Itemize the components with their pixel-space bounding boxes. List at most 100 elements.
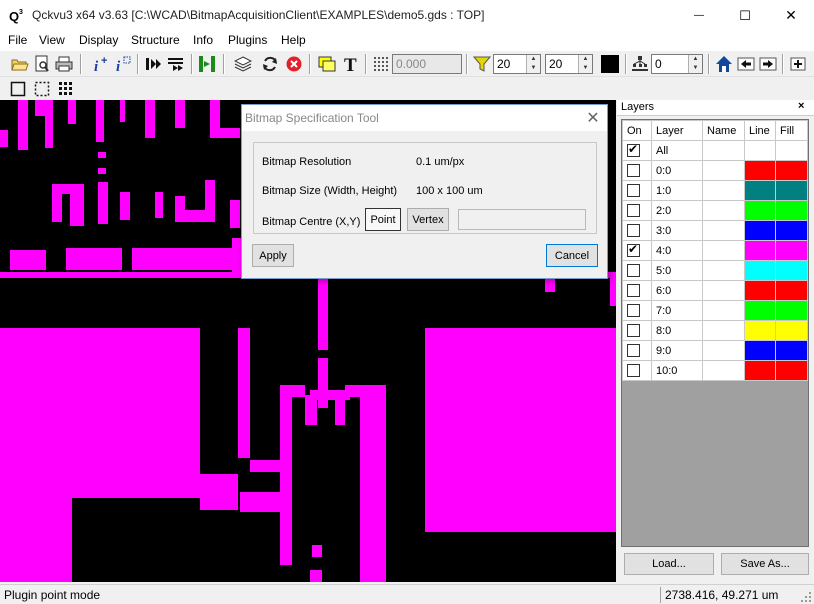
- select-grid-icon[interactable]: [55, 78, 77, 100]
- select-box-icon[interactable]: [7, 78, 29, 100]
- layer-fill-color[interactable]: [775, 260, 808, 281]
- snap-value-field[interactable]: 0.000: [392, 54, 462, 74]
- close-button[interactable]: ✕: [768, 0, 814, 31]
- info-query-icon[interactable]: i: [112, 53, 134, 75]
- resize-grip-icon[interactable]: [800, 591, 812, 603]
- grid-icon[interactable]: [370, 53, 392, 75]
- layer-name[interactable]: [702, 360, 745, 381]
- chevron-down-icon[interactable]: ▼: [689, 64, 702, 73]
- layer-name[interactable]: [702, 160, 745, 181]
- load-button[interactable]: Load...: [624, 553, 714, 575]
- layer-line-color[interactable]: [744, 140, 776, 161]
- layer-name[interactable]: [702, 200, 745, 221]
- point-button[interactable]: Point: [365, 208, 401, 231]
- col-fill[interactable]: Fill: [775, 120, 808, 141]
- layer-name[interactable]: [702, 140, 745, 161]
- play-list-icon[interactable]: [165, 53, 187, 75]
- layer-visible-checkbox[interactable]: [627, 264, 640, 277]
- layer-visible-checkbox[interactable]: [627, 184, 640, 197]
- centre-value-field[interactable]: [458, 209, 586, 230]
- dialog-close-button[interactable]: ✕: [582, 107, 604, 129]
- layer-row[interactable]: 1:0: [622, 180, 808, 201]
- chevron-down-icon[interactable]: ▼: [527, 64, 540, 73]
- col-name[interactable]: Name: [702, 120, 745, 141]
- layer-name[interactable]: [702, 240, 745, 261]
- layer-line-color[interactable]: [744, 160, 776, 181]
- layer-fill-color[interactable]: [775, 200, 808, 221]
- layer-visible-checkbox[interactable]: [627, 164, 640, 177]
- layer-row[interactable]: 9:0: [622, 340, 808, 361]
- layer-name[interactable]: [702, 340, 745, 361]
- menu-structure[interactable]: Structure: [131, 33, 180, 47]
- go-to-end-icon[interactable]: [196, 53, 218, 75]
- layer-fill-color[interactable]: [775, 320, 808, 341]
- plus-icon[interactable]: [787, 53, 809, 75]
- chevron-down-icon[interactable]: ▼: [579, 64, 592, 73]
- info-cursor-icon[interactable]: i +: [90, 53, 112, 75]
- chevron-up-icon[interactable]: ▲: [527, 55, 540, 64]
- cancel-button[interactable]: Cancel: [546, 244, 598, 267]
- home-icon[interactable]: [713, 53, 735, 75]
- layer-row[interactable]: 8:0: [622, 320, 808, 341]
- maximize-button[interactable]: ☐: [722, 0, 768, 31]
- layers-icon[interactable]: [232, 53, 254, 75]
- layer-visible-checkbox[interactable]: [627, 304, 640, 317]
- refresh-icon[interactable]: [259, 53, 281, 75]
- layers-close-icon[interactable]: ×: [798, 100, 804, 112]
- col-on[interactable]: On: [622, 120, 652, 141]
- layer-line-color[interactable]: [744, 340, 776, 361]
- layer-row[interactable]: 6:0: [622, 280, 808, 301]
- layer-visible-checkbox[interactable]: [627, 204, 640, 217]
- layer-row[interactable]: 10:0: [622, 360, 808, 381]
- layer-fill-color[interactable]: [775, 220, 808, 241]
- layer-row[interactable]: 2:0: [622, 200, 808, 221]
- layer-visible-checkbox[interactable]: [627, 364, 640, 377]
- filter-min-stepper[interactable]: 20 ▲ ▼: [493, 54, 541, 74]
- apply-button[interactable]: Apply: [252, 244, 294, 267]
- layer-row[interactable]: 5:0: [622, 260, 808, 281]
- save-as-button[interactable]: Save As...: [721, 553, 809, 575]
- layer-fill-color[interactable]: [775, 160, 808, 181]
- menu-plugins[interactable]: Plugins: [228, 33, 267, 47]
- menu-display[interactable]: Display: [79, 33, 118, 47]
- layer-name[interactable]: [702, 260, 745, 281]
- open-folder-icon[interactable]: [9, 53, 31, 75]
- layer-name[interactable]: [702, 300, 745, 321]
- menu-info[interactable]: Info: [193, 33, 213, 47]
- layer-line-color[interactable]: [744, 220, 776, 241]
- layer-fill-color[interactable]: [775, 140, 808, 161]
- layer-fill-color[interactable]: [775, 360, 808, 381]
- layer-line-color[interactable]: [744, 240, 776, 261]
- layer-line-color[interactable]: [744, 280, 776, 301]
- chevron-up-icon[interactable]: ▲: [579, 55, 592, 64]
- select-dashed-icon[interactable]: [31, 78, 53, 100]
- filter-max-arrows[interactable]: ▲ ▼: [578, 55, 592, 73]
- depth-arrows[interactable]: ▲ ▼: [688, 55, 702, 73]
- layer-line-color[interactable]: [744, 320, 776, 341]
- filter-icon[interactable]: [471, 53, 493, 75]
- menu-help[interactable]: Help: [281, 33, 306, 47]
- layer-row[interactable]: All: [622, 140, 808, 161]
- layer-fill-color[interactable]: [775, 180, 808, 201]
- text-icon[interactable]: T: [340, 53, 362, 75]
- layer-name[interactable]: [702, 280, 745, 301]
- layer-line-color[interactable]: [744, 360, 776, 381]
- layer-fill-color[interactable]: [775, 340, 808, 361]
- layer-line-color[interactable]: [744, 300, 776, 321]
- print-preview-icon[interactable]: [31, 53, 53, 75]
- layer-visible-checkbox[interactable]: [627, 324, 640, 337]
- layer-visible-checkbox[interactable]: [627, 242, 640, 257]
- menu-view[interactable]: View: [39, 33, 65, 47]
- depth-stepper[interactable]: 0 ▲ ▼: [651, 54, 703, 74]
- layer-visible-checkbox[interactable]: [627, 344, 640, 357]
- hierarchy-icon[interactable]: [629, 53, 651, 75]
- dialog-titlebar[interactable]: Bitmap Specification Tool ✕: [242, 105, 607, 131]
- layer-visible-checkbox[interactable]: [627, 224, 640, 237]
- highlight-icon[interactable]: [316, 53, 338, 75]
- layer-row[interactable]: 4:0: [622, 240, 808, 261]
- layer-row[interactable]: 3:0: [622, 220, 808, 241]
- layer-fill-color[interactable]: [775, 300, 808, 321]
- layer-name[interactable]: [702, 320, 745, 341]
- play-forward-icon[interactable]: [143, 53, 165, 75]
- vertex-button[interactable]: Vertex: [407, 208, 449, 231]
